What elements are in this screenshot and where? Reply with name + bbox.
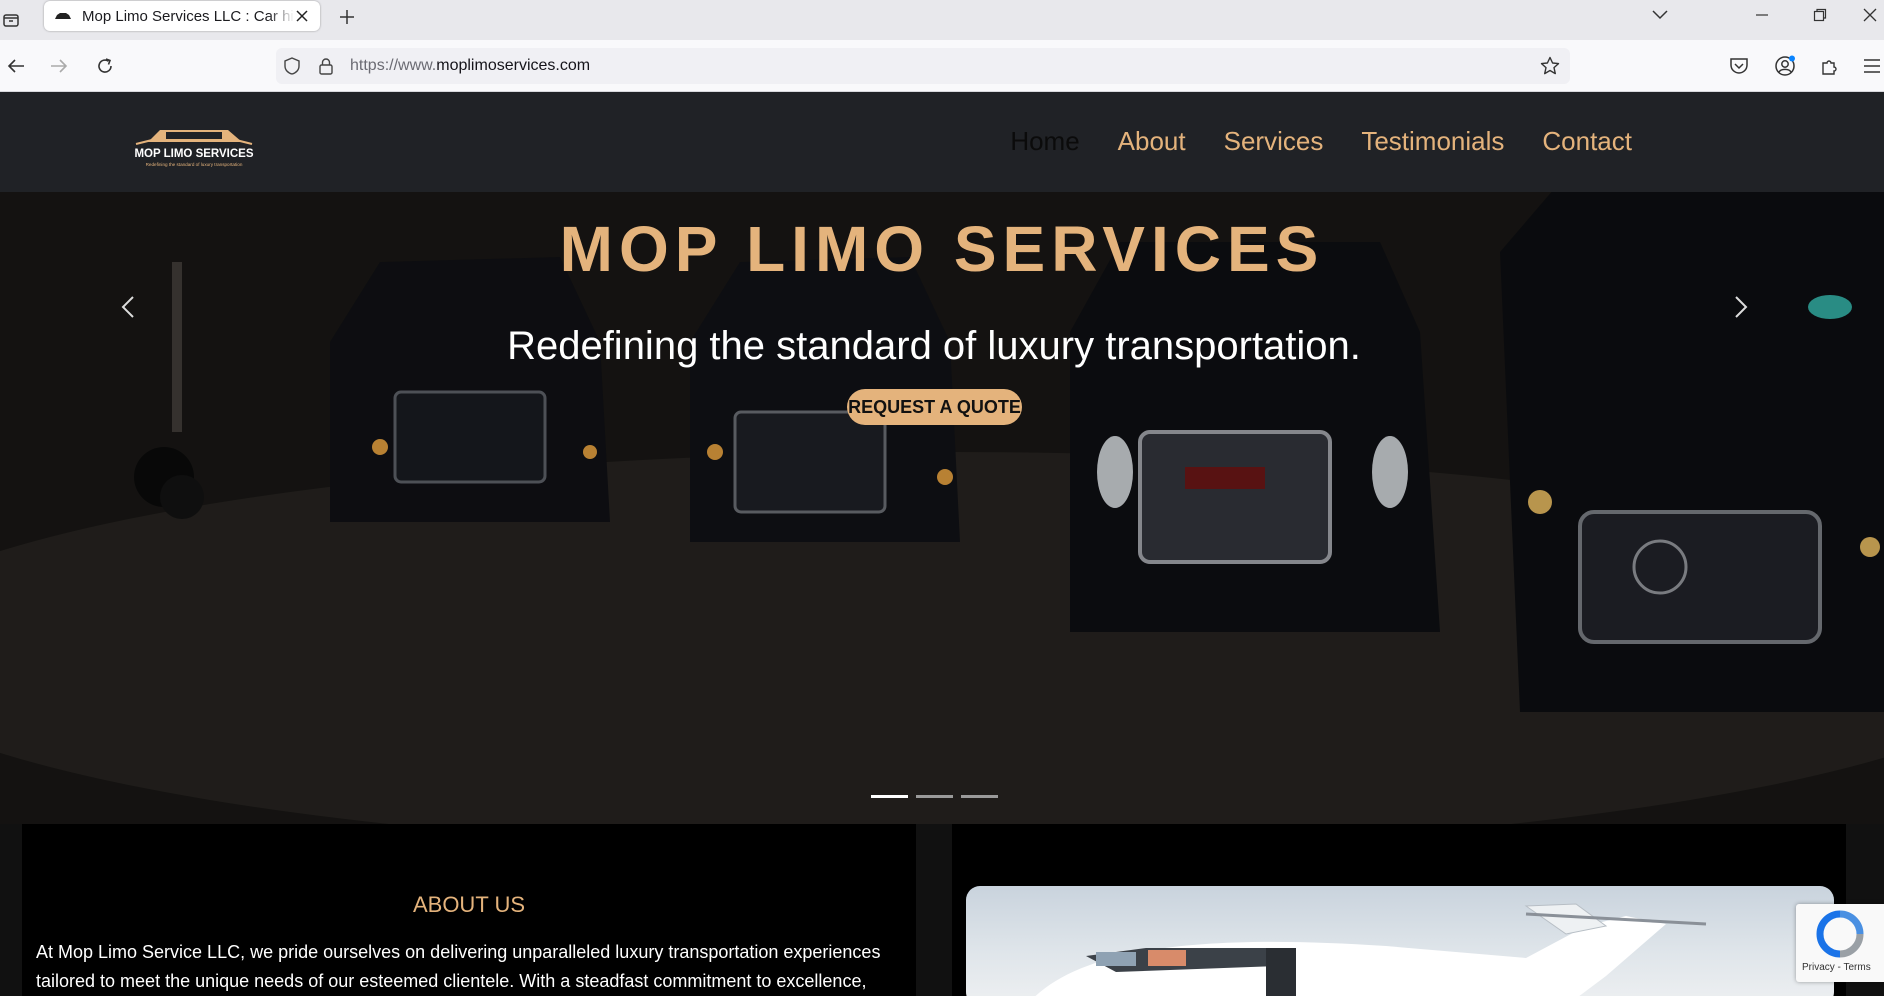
recaptcha-icon [1816, 910, 1864, 958]
extensions-icon[interactable] [1817, 53, 1843, 79]
list-all-tabs-icon[interactable] [1640, 2, 1680, 28]
bookmark-star-icon[interactable] [1540, 56, 1560, 76]
about-section: ABOUT US At Mop Limo Service LLC, we pri… [0, 824, 1884, 996]
carousel-indicators [871, 795, 998, 798]
private-jet-image [966, 886, 1834, 996]
carousel-indicator-2[interactable] [916, 795, 953, 798]
hero-overlay [0, 92, 1884, 824]
nav-contact[interactable]: Contact [1542, 126, 1632, 157]
mop-limo-logo[interactable]: MOP LIMO SERVICES Redefining the standar… [130, 122, 258, 170]
minimize-icon[interactable] [1742, 2, 1782, 28]
url-domain: moplimoservices.com [436, 57, 591, 74]
about-image-card [952, 824, 1846, 996]
recaptcha-links[interactable]: Privacy - Terms [1802, 962, 1871, 973]
lock-icon[interactable] [316, 56, 336, 76]
nav-testimonials[interactable]: Testimonials [1361, 126, 1504, 157]
browser-toolbar: https://www.moplimoservices.com [0, 40, 1884, 92]
forward-arrow-icon[interactable] [45, 52, 73, 80]
about-card: ABOUT US At Mop Limo Service LLC, we pri… [22, 824, 916, 996]
about-text: At Mop Limo Service LLC, we pride oursel… [36, 942, 881, 991]
nav-services[interactable]: Services [1224, 126, 1324, 157]
browser-tabstrip: Mop Limo Services LLC : Car hire [0, 0, 1884, 40]
pocket-icon[interactable] [1726, 53, 1752, 79]
account-icon[interactable] [1772, 53, 1798, 79]
close-tab-icon[interactable] [292, 6, 312, 26]
recaptcha-badge[interactable]: Privacy - Terms [1796, 904, 1884, 982]
nav-about[interactable]: About [1118, 126, 1186, 157]
tab-list-icon[interactable] [0, 6, 22, 34]
restore-icon[interactable] [1800, 2, 1840, 28]
carousel-indicator-3[interactable] [961, 795, 998, 798]
reload-icon[interactable] [91, 52, 119, 80]
carousel-next-icon[interactable] [1726, 292, 1756, 322]
hero-heading: MOP LIMO SERVICES [559, 213, 1325, 285]
site-nav: Home About Services Testimonials Contact [1010, 126, 1632, 157]
new-tab-icon[interactable] [334, 4, 360, 30]
hero-subheading: Redefining the standard of luxury transp… [507, 324, 1361, 368]
back-arrow-icon[interactable] [2, 52, 30, 80]
carousel-prev-icon[interactable] [113, 292, 143, 322]
car-favicon-icon [54, 11, 72, 21]
site-header: MOP LIMO SERVICES Redefining the standar… [0, 92, 1884, 192]
close-window-icon[interactable] [1856, 2, 1884, 28]
browser-tab-active[interactable]: Mop Limo Services LLC : Car hire [44, 1, 320, 31]
logo-tagline: Redefining the standard of luxury transp… [146, 162, 243, 167]
url-text[interactable]: https://www.moplimoservices.com [350, 57, 590, 75]
tab-title: Mop Limo Services LLC : Car hire [82, 7, 294, 25]
about-title: ABOUT US [412, 892, 526, 917]
menu-hamburger-icon[interactable] [1860, 53, 1884, 79]
logo-text: MOP LIMO SERVICES [134, 148, 253, 160]
carousel-indicator-1[interactable] [871, 795, 908, 798]
web-page: MOP LIMO SERVICES Redefining the standar… [0, 92, 1884, 996]
hero-carousel: MOP LIMO SERVICES Redefining the standar… [0, 92, 1884, 824]
request-quote-button[interactable]: REQUEST A QUOTE [847, 389, 1022, 425]
nav-home[interactable]: Home [1010, 126, 1079, 157]
address-bar[interactable]: https://www.moplimoservices.com [276, 48, 1570, 84]
url-prefix: https://www. [350, 57, 437, 74]
shield-icon[interactable] [282, 56, 302, 76]
